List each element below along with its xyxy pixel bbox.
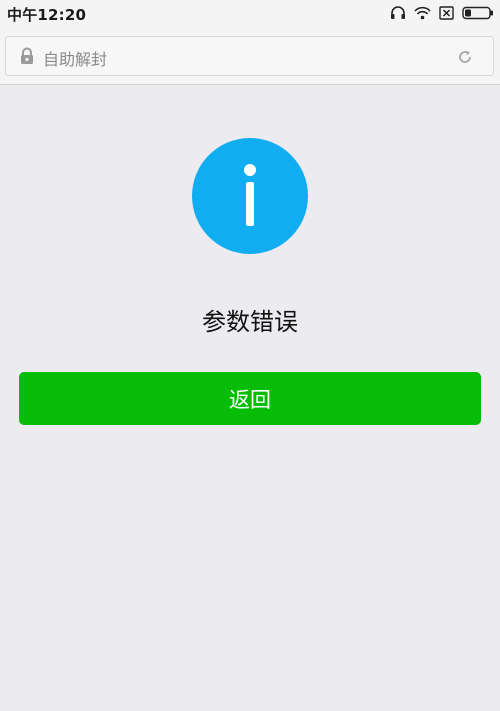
status-time: 中午12:20: [7, 6, 87, 24]
lock-icon: [19, 47, 35, 69]
sim-disabled-icon: [439, 5, 454, 20]
page-title: 自助解封: [43, 50, 108, 69]
back-button[interactable]: 返回: [19, 372, 481, 425]
refresh-icon[interactable]: [457, 49, 473, 69]
info-icon: [192, 138, 308, 254]
info-icon-dot: [244, 164, 256, 176]
error-message: 参数错误: [202, 308, 298, 336]
info-icon-stem: [246, 182, 254, 226]
status-icons: [390, 5, 494, 20]
battery-icon: [462, 6, 494, 20]
address-bar[interactable]: 自助解封: [5, 36, 494, 76]
wifi-icon: [414, 6, 431, 20]
status-bar: 中午12:20: [0, 0, 500, 26]
headphones-icon: [390, 5, 406, 20]
back-button-label: 返回: [229, 387, 271, 412]
browser-header: 自助解封: [0, 26, 500, 85]
